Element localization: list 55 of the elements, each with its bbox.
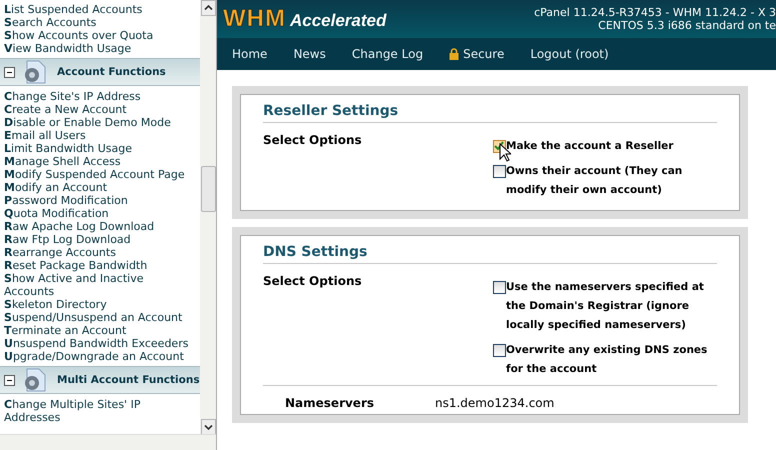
scroll-thumb[interactable]	[200, 166, 216, 212]
checkbox[interactable]	[493, 165, 506, 178]
sidebar-link[interactable]: Show Accounts over Quota	[4, 29, 196, 42]
sidebar-link[interactable]: Reset Package Bandwidth	[4, 259, 196, 272]
field-label: Nameservers	[285, 396, 376, 410]
nav-link[interactable]: News	[293, 47, 326, 61]
sidebar-link[interactable]: Disable or Enable Demo Mode	[4, 116, 196, 129]
logo-subtitle: Accelerated	[290, 11, 386, 31]
sidebar-link[interactable]: Email all Users	[4, 129, 196, 142]
sidebar-link[interactable]: Skeleton Directory	[4, 298, 196, 311]
lock-icon	[449, 48, 460, 60]
checkbox[interactable]	[493, 344, 506, 357]
scroll-down-icon[interactable]	[200, 419, 216, 435]
sidebar-link[interactable]: Rearrange Accounts	[4, 246, 196, 259]
sidebar-link[interactable]: Terminate an Account	[4, 324, 196, 337]
logo-text: WHM	[223, 5, 286, 33]
checkbox-label[interactable]: Use the nameservers specified at the Domain's Registrar (ignore locally specified nameservers)	[506, 278, 717, 335]
sidebar-link[interactable]: Unsuspend Bandwidth Exceeders	[4, 337, 196, 350]
nameserver-value: ns1.demo1234.com	[435, 396, 554, 410]
horizontal-scrollbar[interactable]	[0, 434, 216, 450]
sidebar-link[interactable]: Search Accounts	[4, 16, 196, 29]
sidebar-link[interactable]: View Bandwidth Usage	[4, 42, 196, 55]
version-info: CENTOS 5.3 i686 standard on te	[597, 19, 776, 32]
checkbox[interactable]	[493, 281, 506, 294]
collapse-icon[interactable]	[4, 374, 15, 386]
field-label: Select Options	[263, 274, 363, 290]
sidebar-link[interactable]: Manage Shell Access	[4, 155, 196, 168]
sidebar-link[interactable]: Upgrade/Downgrade an Account	[4, 350, 196, 363]
collapse-icon[interactable]	[4, 66, 15, 78]
scroll-up-icon[interactable]	[200, 0, 216, 16]
sidebar-link[interactable]: Change Site's IP Address	[4, 90, 196, 103]
nav-link[interactable]: Change Log	[352, 47, 424, 61]
sidebar-link[interactable]: Quota Modification	[4, 207, 196, 220]
sidebar-link[interactable]: Raw Apache Log Download	[4, 220, 196, 233]
sidebar-link[interactable]: Modify Suspended Account Page	[4, 168, 196, 181]
sidebar-link[interactable]: Create a New Account	[4, 103, 196, 116]
section-title: DNS Settings	[263, 244, 717, 264]
version-info: cPanel 11.24.5-R37453 - WHM 11.24.2 - X 3	[534, 6, 776, 19]
sidebar-link[interactable]: List Suspended Accounts	[4, 3, 196, 16]
sidebar-group-header[interactable]: Multi Account Functions	[0, 366, 200, 394]
sidebar-link[interactable]: Change Multiple Sites' IP Addresses	[4, 398, 196, 424]
sidebar-link[interactable]: Password Modification	[4, 194, 196, 207]
sidebar-link[interactable]: Limit Bandwidth Usage	[4, 142, 196, 155]
nav-link[interactable]: Logout (root)	[530, 47, 609, 61]
sidebar-link[interactable]: Raw Ftp Log Download	[4, 233, 196, 246]
section-title: Reseller Settings	[263, 103, 717, 123]
nav-link[interactable]: Secure	[449, 47, 504, 61]
vertical-scrollbar[interactable]	[200, 0, 216, 435]
field-label: Select Options	[263, 133, 363, 149]
sidebar-link[interactable]: Suspend/Unsuspend an Account	[4, 311, 196, 324]
nav-link[interactable]: Home	[232, 47, 268, 61]
checkbox-label[interactable]: Owns their account (They can modify their own account)	[506, 162, 717, 200]
sidebar-link[interactable]: Modify an Account	[4, 181, 196, 194]
sidebar-group-header[interactable]: Account Functions	[0, 58, 200, 86]
checkbox-label[interactable]: Overwrite any existing DNS zones for the account	[506, 341, 717, 379]
